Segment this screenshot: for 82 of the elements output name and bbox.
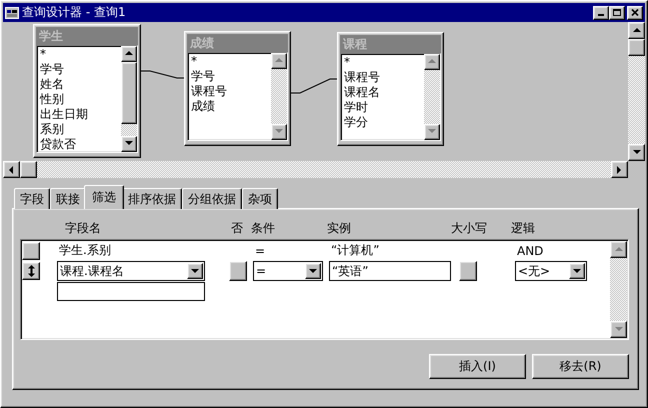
action-button[interactable]: 插入(I) xyxy=(429,354,526,379)
vertical-scrollbar[interactable] xyxy=(424,54,440,140)
input-field[interactable]: “英语” xyxy=(329,261,451,281)
table-title: 成绩 xyxy=(187,34,288,52)
table-panel[interactable]: 课程 * 课程号 课程名 学时 学分 xyxy=(337,32,444,146)
table-title: 课程 xyxy=(340,35,441,53)
field-item[interactable]: 性别 xyxy=(40,92,121,107)
field-item[interactable]: 学时 xyxy=(344,100,424,115)
maximize-button[interactable] xyxy=(609,6,625,20)
scroll-down-button[interactable] xyxy=(271,124,287,140)
dropdown[interactable]: = xyxy=(253,261,323,281)
field-item[interactable]: 学分 xyxy=(344,115,424,130)
field-item[interactable]: * xyxy=(191,54,271,69)
tab[interactable]: 分组依据 xyxy=(182,188,242,209)
column-header: 大小写 xyxy=(451,220,488,237)
field-item[interactable]: 课程号 xyxy=(191,84,271,99)
caret-icon xyxy=(572,267,582,275)
close-button[interactable] xyxy=(627,6,643,20)
scroll-right-button[interactable] xyxy=(611,161,628,178)
scroll-thumb[interactable] xyxy=(20,161,37,178)
minimize-button[interactable] xyxy=(593,6,609,20)
field-item[interactable]: * xyxy=(344,55,424,70)
close-icon xyxy=(631,9,639,16)
field-item[interactable]: 课程名 xyxy=(344,85,424,100)
field-item[interactable]: 成绩 xyxy=(191,99,271,114)
tab[interactable]: 筛选 xyxy=(84,185,124,209)
column-header: 条件 xyxy=(251,220,276,237)
column-header: 实例 xyxy=(327,220,352,237)
tab[interactable]: 杂项 xyxy=(242,188,278,209)
vertical-scrollbar[interactable] xyxy=(610,241,627,338)
input-field[interactable] xyxy=(57,282,205,301)
scroll-up-button[interactable] xyxy=(121,46,137,62)
scroll-down-button[interactable] xyxy=(628,144,645,161)
table-panel[interactable]: 学生 * 学号 姓名 性别 出生日期 系别 贷款否 xyxy=(33,24,141,158)
table-cell-text: “计算机” xyxy=(330,242,380,259)
table-cell-text: AND xyxy=(516,244,544,258)
dropdown[interactable]: 课程.课程名 xyxy=(57,261,205,281)
column-header: 否 xyxy=(231,220,244,237)
column-header: 逻辑 xyxy=(511,220,536,237)
join-line xyxy=(290,78,338,94)
table-title: 学生 xyxy=(36,27,138,45)
scroll-left-button[interactable] xyxy=(3,161,20,178)
vertical-scrollbar[interactable] xyxy=(121,46,137,152)
double-arrow-icon xyxy=(28,265,34,277)
tab[interactable]: 字段 xyxy=(14,188,50,209)
scroll-down-button[interactable] xyxy=(424,124,440,140)
action-button[interactable]: 移去(R) xyxy=(532,354,629,379)
field-item[interactable]: 姓名 xyxy=(40,77,121,92)
tab[interactable]: 排序依据 xyxy=(122,188,182,209)
scroll-down-button[interactable] xyxy=(121,136,137,152)
toggle-button[interactable] xyxy=(459,261,477,281)
scroll-down-button[interactable] xyxy=(610,321,627,338)
field-item[interactable]: 贷款否 xyxy=(40,137,121,152)
table-cell-text: 学生.系别 xyxy=(58,242,112,259)
dropdown[interactable]: <无> xyxy=(515,261,587,281)
column-header: 字段名 xyxy=(65,220,102,237)
field-item[interactable]: * xyxy=(40,47,121,62)
table-cell-text: = xyxy=(254,244,266,258)
scroll-thumb[interactable] xyxy=(121,62,137,124)
field-item[interactable]: 课程号 xyxy=(344,70,424,85)
vertical-scrollbar[interactable] xyxy=(628,22,645,161)
table-panel[interactable]: 成绩 * 学号 课程号 成绩 xyxy=(184,31,291,146)
field-item[interactable]: 出生日期 xyxy=(40,107,121,122)
caret-icon xyxy=(190,267,200,275)
scroll-up-button[interactable] xyxy=(424,54,440,70)
row-selector[interactable] xyxy=(22,242,40,260)
scroll-up-button[interactable] xyxy=(628,22,645,39)
field-item[interactable]: 系别 xyxy=(40,122,121,137)
row-selector[interactable] xyxy=(22,262,40,280)
scroll-up-button[interactable] xyxy=(610,241,627,258)
scroll-thumb[interactable] xyxy=(628,39,645,56)
toggle-button[interactable] xyxy=(229,261,247,281)
field-item[interactable]: 学号 xyxy=(40,62,121,77)
caret-icon xyxy=(308,267,318,275)
scroll-up-button[interactable] xyxy=(271,53,287,69)
field-item[interactable]: 学号 xyxy=(191,69,271,84)
tab[interactable]: 联接 xyxy=(50,188,86,209)
window-title: 查询设计器 - 查询1 xyxy=(22,4,127,21)
join-line xyxy=(140,70,184,78)
maximize-icon xyxy=(613,9,621,16)
vertical-scrollbar[interactable] xyxy=(271,53,287,140)
horizontal-scrollbar[interactable] xyxy=(3,161,628,178)
